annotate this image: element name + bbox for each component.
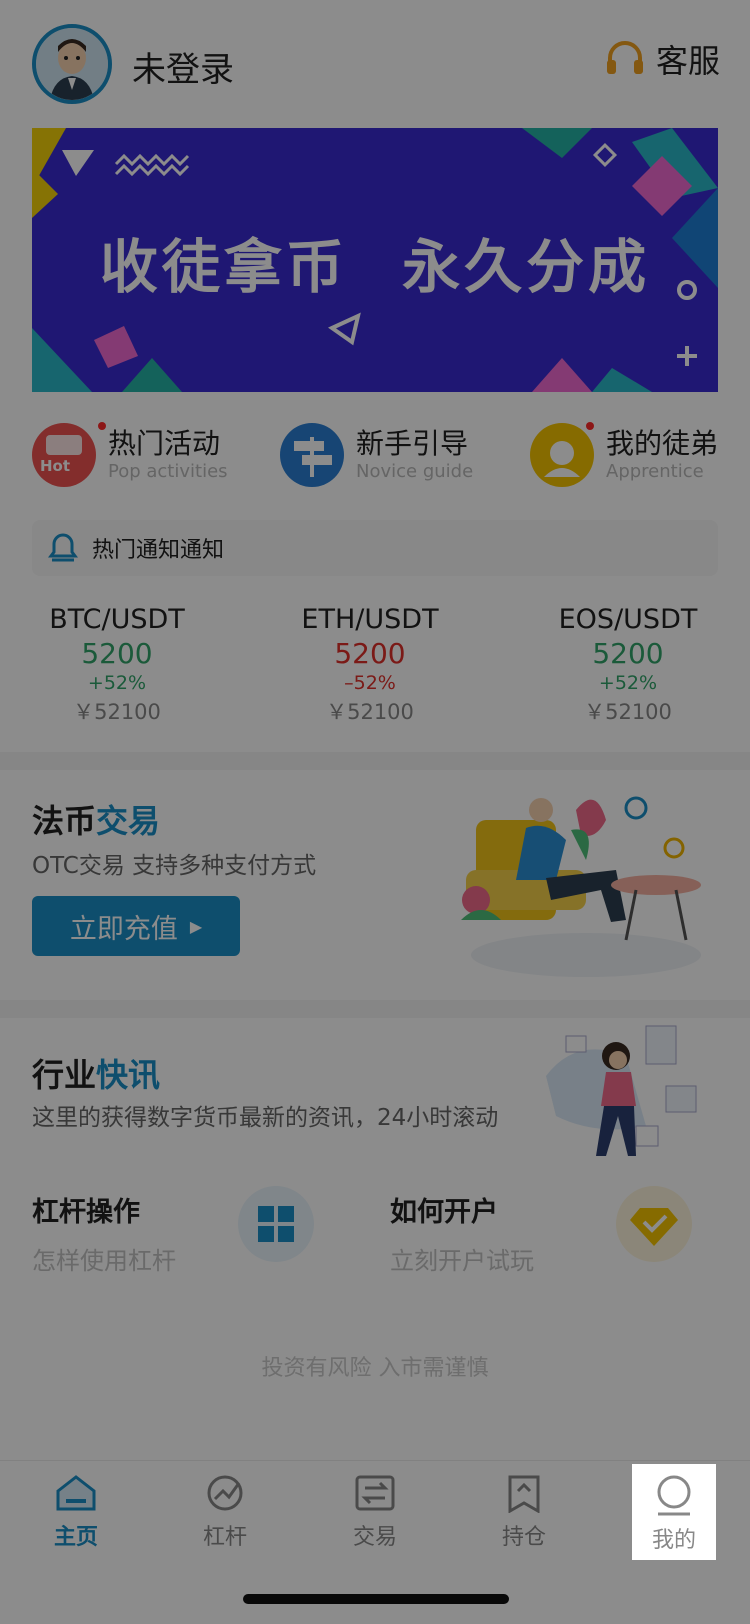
headset-icon bbox=[606, 41, 643, 74]
tab-leverage[interactable]: 杠杆 bbox=[185, 1461, 265, 1561]
diamond-icon bbox=[616, 1186, 692, 1262]
avatar[interactable] bbox=[32, 24, 112, 104]
quick-link-title: 我的徒弟 bbox=[606, 427, 719, 460]
quick-link-subtitle: Apprentice bbox=[606, 461, 704, 482]
section-divider bbox=[0, 752, 750, 770]
notice-bar[interactable]: 热门通知通知 bbox=[32, 520, 718, 576]
quick-link-subtitle: Pop activities bbox=[108, 461, 228, 482]
quick-link-novice-guide[interactable]: 新手引导 Novice guide bbox=[280, 422, 473, 488]
news-section-subtitle: 这里的获得数字货币最新的资讯，24小时滚动 bbox=[32, 1105, 499, 1131]
ticker-cny: ￥52100 bbox=[326, 700, 414, 724]
home-indicator bbox=[243, 1594, 509, 1604]
hot-activity-icon: Hot bbox=[32, 423, 96, 487]
play-arrow-icon: ▶ bbox=[189, 916, 203, 936]
customer-service-label: 客服 bbox=[655, 42, 720, 80]
ticker-price: 5200 bbox=[334, 637, 406, 670]
home-icon bbox=[56, 1475, 96, 1511]
risk-notice: 投资有风险 入市需谨慎 bbox=[261, 1356, 489, 1381]
ticker-price: 5200 bbox=[592, 637, 664, 670]
ticker-cny: ￥52100 bbox=[73, 700, 161, 724]
quick-links: Hot 热门活动 Pop activities 新手引导 Novice guid… bbox=[32, 422, 732, 488]
ticker-btc[interactable]: BTC/USDT 5200 +52% ￥52100 bbox=[17, 604, 217, 726]
news-section-title: 行业快讯 bbox=[32, 1056, 161, 1094]
grid-icon bbox=[238, 1186, 314, 1262]
ticker-eos[interactable]: EOS/USDT 5200 +52% ￥52100 bbox=[528, 604, 728, 726]
fiat-section-title: 法币交易 bbox=[32, 802, 161, 840]
quick-link-apprentice[interactable]: 我的徒弟 Apprentice bbox=[530, 422, 718, 488]
notification-dot bbox=[98, 422, 106, 430]
login-status[interactable]: 未登录 bbox=[132, 42, 234, 91]
fiat-section-subtitle: OTC交易 支持多种支付方式 bbox=[32, 853, 317, 879]
recharge-label: 立即充值 bbox=[69, 913, 178, 945]
ticker-eth[interactable]: ETH/USDT 5200 –52% ￥52100 bbox=[270, 604, 470, 726]
tab-profile[interactable]: 我的 bbox=[632, 1464, 716, 1560]
tab-trade[interactable]: 交易 bbox=[335, 1461, 415, 1561]
ticker-price: 5200 bbox=[81, 637, 153, 670]
ticker-change: +52% bbox=[598, 672, 658, 694]
ticker-change: +52% bbox=[87, 672, 147, 694]
tab-label: 持仓 bbox=[501, 1525, 546, 1550]
trade-icon bbox=[355, 1475, 395, 1511]
quick-link-hot-activities[interactable]: Hot 热门活动 Pop activities bbox=[32, 422, 228, 488]
bell-icon bbox=[48, 533, 78, 562]
quick-link-subtitle: Novice guide bbox=[356, 461, 474, 482]
ticker-pair: ETH/USDT bbox=[301, 604, 439, 635]
leverage-guide-card[interactable]: 杠杆操作 怎样使用杠杆 bbox=[32, 1186, 332, 1276]
user-avatar-icon bbox=[36, 28, 108, 100]
ticker-change: –52% bbox=[344, 672, 396, 694]
hot-badge: Hot bbox=[40, 457, 71, 475]
tab-label: 交易 bbox=[352, 1525, 397, 1550]
apprentice-icon bbox=[530, 423, 594, 487]
fiat-illustration bbox=[461, 796, 701, 977]
tab-home[interactable]: 主页 bbox=[36, 1461, 116, 1561]
signpost-icon bbox=[280, 423, 344, 487]
promo-banner[interactable]: 收徒拿币 永久分成 bbox=[32, 128, 718, 392]
tab-label: 主页 bbox=[53, 1525, 98, 1550]
notice-text: 热门通知通知 bbox=[92, 538, 225, 563]
quick-link-title: 新手引导 bbox=[356, 427, 469, 460]
profile-icon bbox=[657, 1475, 691, 1516]
ticker-pair: EOS/USDT bbox=[558, 604, 698, 635]
quick-link-title: 热门活动 bbox=[108, 427, 221, 460]
banner-text: 收徒拿币 永久分成 bbox=[99, 233, 651, 301]
tab-label: 我的 bbox=[651, 1528, 696, 1553]
notification-dot bbox=[586, 422, 594, 430]
ticker-pair: BTC/USDT bbox=[49, 604, 185, 635]
ticker-cny: ￥52100 bbox=[584, 700, 672, 724]
customer-service-button[interactable]: 客服 bbox=[604, 36, 720, 82]
tab-label: 杠杆 bbox=[202, 1525, 247, 1550]
recharge-button[interactable]: 立即充值 ▶ bbox=[32, 896, 240, 956]
tab-position[interactable]: 持仓 bbox=[484, 1461, 564, 1561]
position-icon bbox=[508, 1475, 540, 1513]
news-illustration bbox=[546, 1025, 697, 1156]
open-account-card[interactable]: 如何开户 立刻开户试玩 bbox=[390, 1186, 710, 1276]
leverage-icon bbox=[207, 1475, 243, 1511]
